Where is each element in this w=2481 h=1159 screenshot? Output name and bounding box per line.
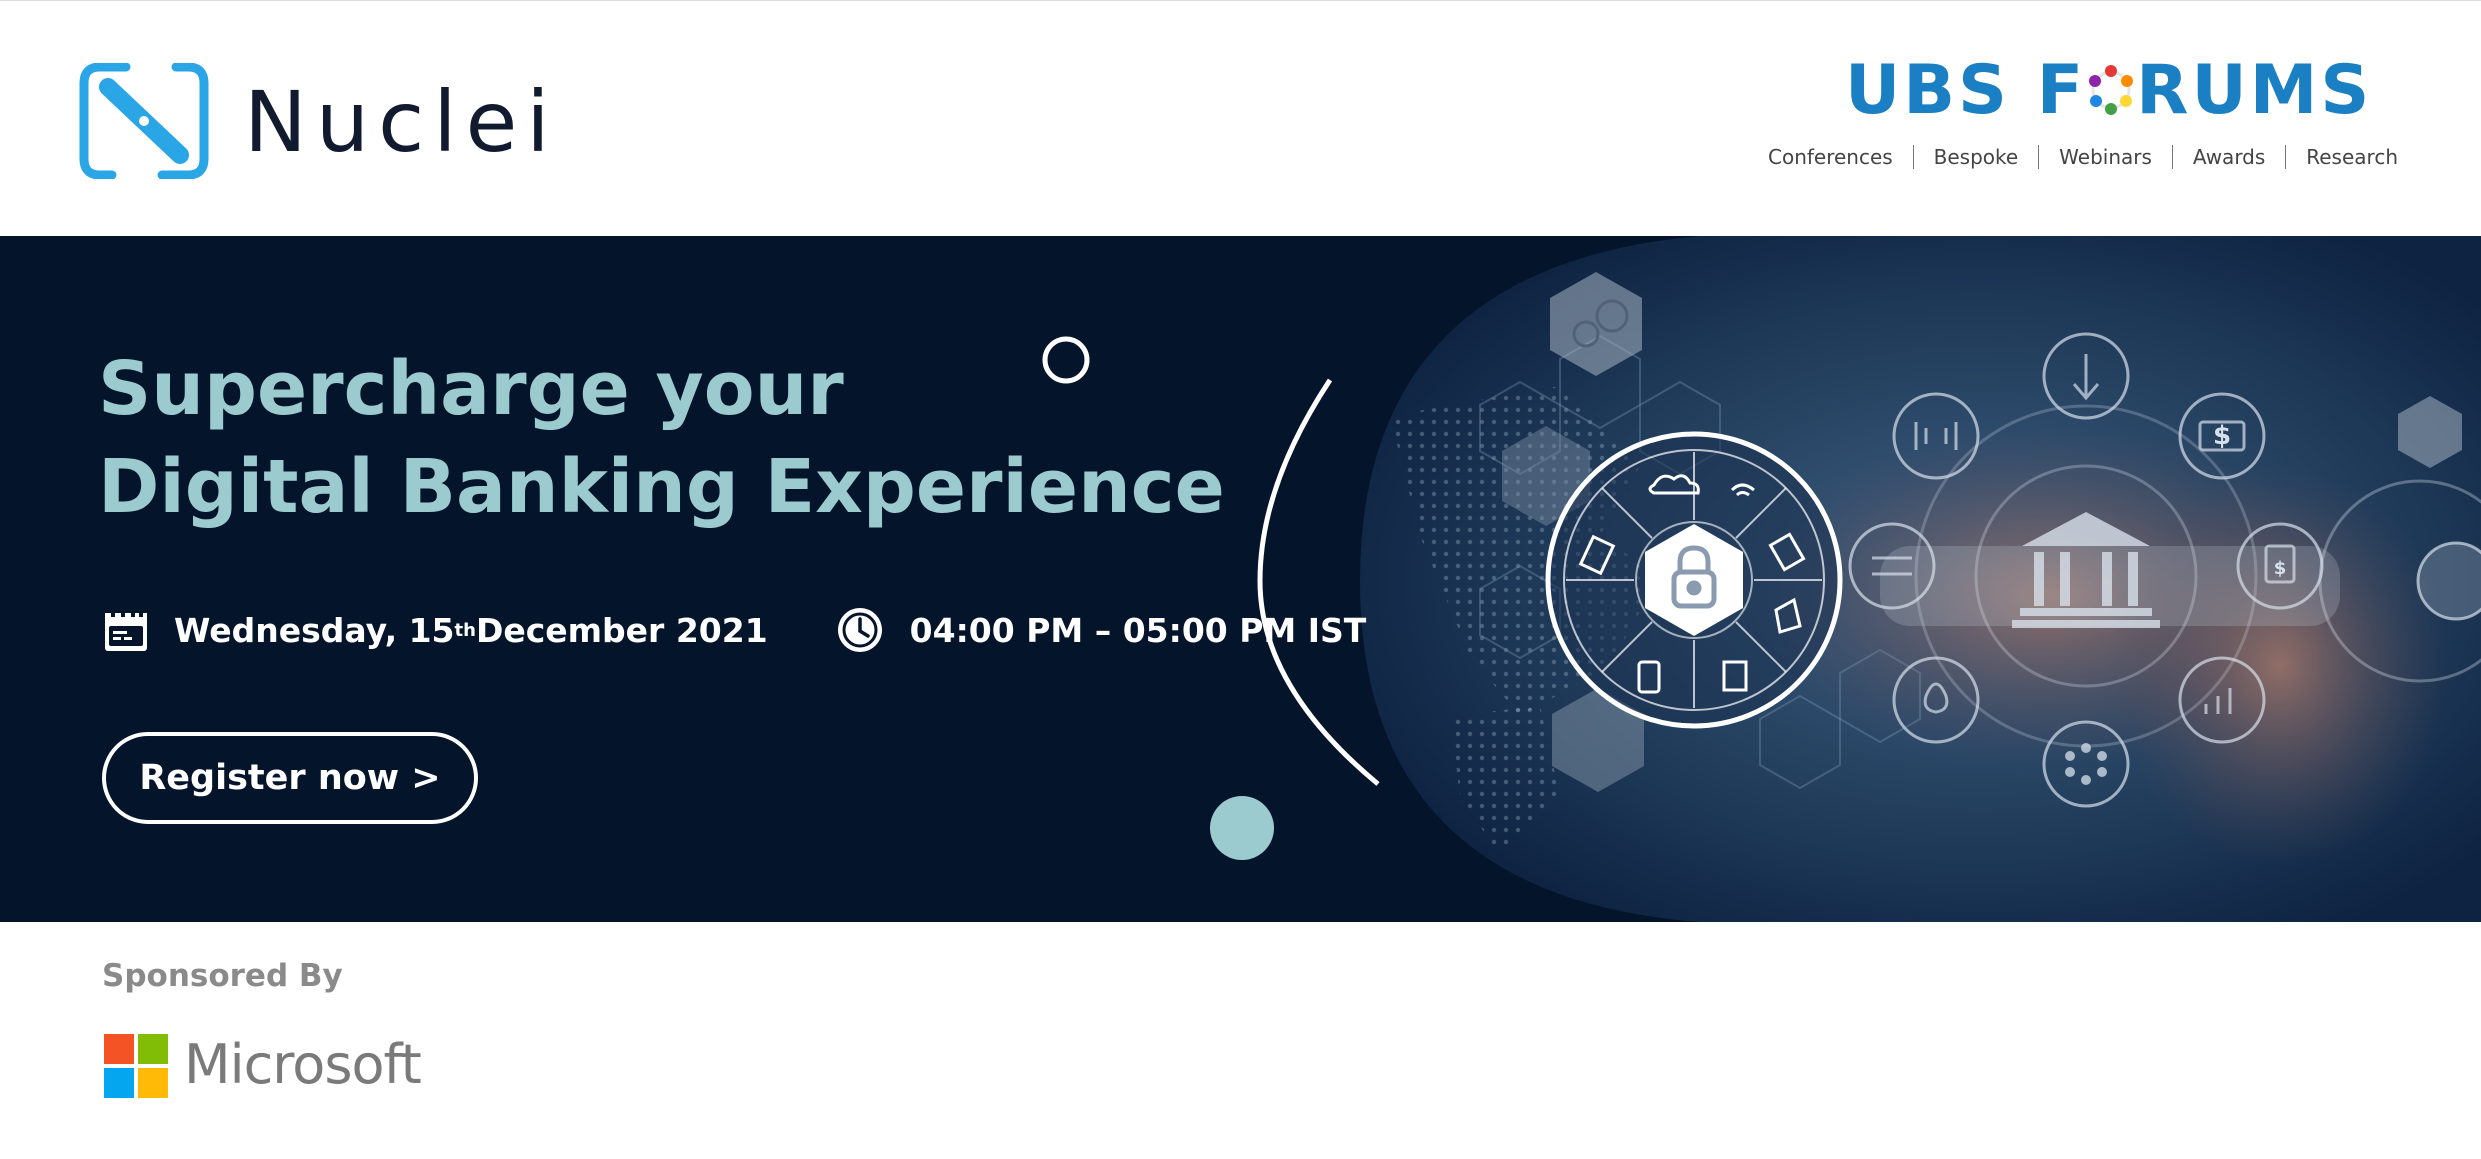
ubs-title-part1: UBS F	[1845, 51, 2087, 130]
headline-line-2: Digital Banking Experience	[98, 444, 1225, 530]
headline-line-1: Supercharge your	[98, 346, 844, 432]
nav-research[interactable]: Research	[2306, 145, 2398, 169]
event-date-rest: December 2021	[475, 610, 768, 650]
nav-divider	[2038, 145, 2040, 169]
clock-icon	[837, 608, 882, 652]
nav-conferences[interactable]: Conferences	[1768, 145, 1893, 169]
nav-divider	[2285, 145, 2287, 169]
event-time: 04:00 PM – 05:00 PM IST	[909, 610, 1367, 650]
ubs-title-part2: RUMS	[2136, 51, 2373, 130]
ubs-nav: Conferences Bespoke Webinars Awards Rese…	[1768, 142, 2398, 172]
event-date-suffix: th	[454, 619, 476, 641]
hero-headline: Supercharge your Digital Banking Experien…	[98, 340, 1225, 536]
sponsor-name: Microsoft	[184, 1033, 422, 1096]
nav-awards[interactable]: Awards	[2193, 145, 2265, 169]
svg-text:$: $	[2274, 558, 2287, 579]
nav-divider	[2171, 145, 2173, 169]
ubs-forums-logo: UBS F RUMS	[1845, 51, 2372, 131]
hero-banner: $ $ Supercharge your Digital Banking Expe…	[0, 236, 2481, 922]
register-now-button[interactable]: Register now >	[102, 732, 478, 824]
nuclei-logo-icon	[79, 63, 209, 179]
nav-bespoke[interactable]: Bespoke	[1934, 145, 2019, 169]
event-schedule: Wednesday, 15th December 2021 04:00 PM –…	[102, 604, 1366, 656]
sponsored-by-label: Sponsored By	[102, 958, 343, 994]
security-wheel	[1545, 431, 1843, 729]
event-date-prefix: Wednesday, 15	[174, 610, 455, 650]
nuclei-wordmark: Nuclei	[244, 73, 559, 171]
microsoft-logo-icon	[104, 1034, 168, 1098]
svg-text:$: $	[2213, 421, 2231, 451]
nav-divider	[1912, 145, 1914, 169]
calendar-icon	[105, 609, 147, 651]
header-bar: Nuclei UBS F RUMS Conferences Bespoke We…	[0, 0, 2481, 237]
nav-webinars[interactable]: Webinars	[2059, 145, 2152, 169]
ubs-ring-icon	[2089, 65, 2134, 115]
